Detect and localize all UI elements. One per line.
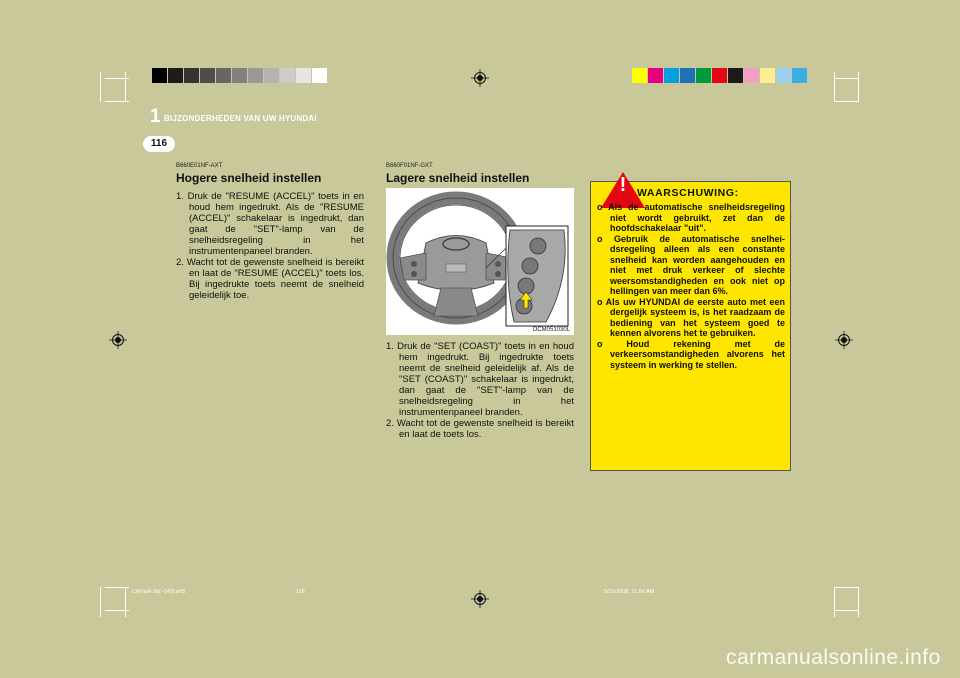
warning-item: o Als de automatische snelheidsregeling …: [597, 202, 785, 233]
registration-target-icon: [835, 331, 853, 349]
warning-item: o Houd rekening met de verkeersomstandig…: [597, 338, 785, 370]
section-code: B660E01NF-AXT: [176, 163, 223, 169]
steering-wheel-image: OCM051030L: [386, 188, 574, 335]
steering-wheel-icon: [386, 191, 569, 327]
calibration-swatch: [216, 68, 231, 83]
calibration-swatch: [312, 68, 327, 83]
calibration-swatch: [728, 68, 743, 83]
warning-exclamation: !: [619, 174, 627, 196]
footer-page: 116: [296, 589, 305, 595]
list-item: 1. Druk de "RESUME (ACCEL)" toets in en …: [176, 191, 364, 257]
watermark: carmanualsonline.info: [726, 646, 941, 669]
calibration-swatch: [776, 68, 791, 83]
section-title: BIJZONDERHEDEN VAN UW HYUNDAI: [164, 114, 317, 123]
calibration-swatch: [712, 68, 727, 83]
registration-target-icon: [471, 590, 489, 608]
footer-timestamp: 5/21/2008, 11:56 AM: [604, 589, 655, 595]
middle-heading: Lagere snelheid instellen: [386, 171, 530, 185]
warning-title: WAARSCHUWING:: [637, 187, 739, 199]
warning-box: ! WAARSCHUWING: o Als de automatische sn…: [590, 172, 791, 471]
warning-item: o Gebruik de automatische snelhei-dsrege…: [597, 233, 785, 297]
footer-file: CM holl-1b(~143).p65: [132, 589, 186, 595]
list-item: 2. Wacht tot de gewenste snelheid is ber…: [386, 418, 574, 440]
image-caption: OCM051030L: [532, 327, 570, 333]
calibration-swatch: [184, 68, 199, 83]
calibration-swatch: [248, 68, 263, 83]
calibration-swatch: [296, 68, 311, 83]
middle-instructions: 1. Druk de "SET (COAST)" toets in en hou…: [386, 341, 574, 440]
left-instructions: 1. Druk de "RESUME (ACCEL)" toets in en …: [176, 191, 364, 301]
calibration-swatch: [152, 68, 167, 83]
warning-item: o Als uw HYUNDAI de eerste auto met een …: [597, 296, 785, 339]
calibration-swatch: [232, 68, 247, 83]
section-code: B660F01NF-GXT: [386, 163, 433, 169]
section-number: 1: [150, 106, 161, 127]
calibration-swatch: [280, 68, 295, 83]
list-item: 2. Wacht tot de gewenste snelheid is ber…: [176, 257, 364, 301]
calibration-swatch: [264, 68, 279, 83]
calibration-swatch: [200, 68, 215, 83]
calibration-swatch: [696, 68, 711, 83]
left-heading: Hogere snelheid instellen: [176, 171, 322, 185]
calibration-swatch: [168, 68, 183, 83]
calibration-swatch: [632, 68, 647, 83]
calibration-swatch: [680, 68, 695, 83]
calibration-swatch: [792, 68, 807, 83]
registration-target-icon: [109, 331, 127, 349]
warning-list: o Als de automatische snelheidsregeling …: [597, 202, 785, 370]
calibration-swatch: [664, 68, 679, 83]
registration-target-icon: [471, 69, 489, 87]
page-number-badge: 116: [143, 136, 175, 152]
list-item: 1. Druk de "SET (COAST)" toets in en hou…: [386, 341, 574, 418]
calibration-swatch: [760, 68, 775, 83]
calibration-swatch: [648, 68, 663, 83]
calibration-swatch: [744, 68, 759, 83]
